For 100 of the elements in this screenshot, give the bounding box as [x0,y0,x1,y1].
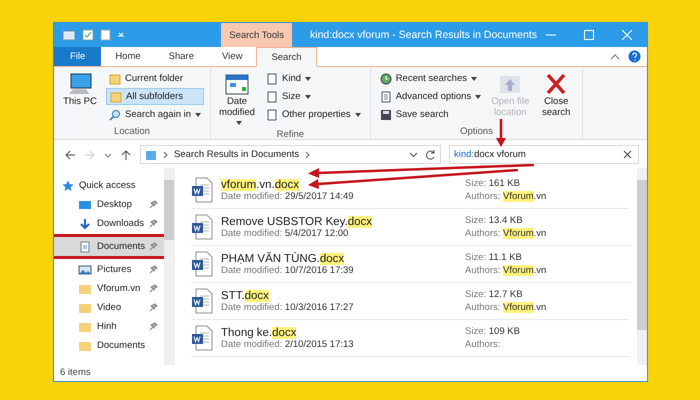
desktop-icon [78,198,92,210]
checkmark-icon[interactable] [82,29,94,41]
ribbon-tab[interactable]: Search [256,47,317,67]
file-name[interactable]: vforum.vn.docx [221,178,457,190]
sidebar-item[interactable]: Documents [54,237,164,256]
page-icon[interactable] [100,29,111,41]
address-path: Search Results in Documents [174,149,300,160]
pin-icon[interactable] [149,242,158,251]
size-label: Size: [465,326,486,337]
ribbon-tab[interactable]: Home [101,47,155,66]
ribbon-button[interactable]: Size [263,88,364,105]
maximize-icon[interactable] [583,29,595,41]
ribbon-button[interactable]: Date modified [217,70,258,129]
size-label: Size: [465,178,486,189]
chevron-right-icon [305,150,310,158]
sidebar-item[interactable]: Documents [54,336,164,355]
file-name[interactable]: Remove USBSTOR Key.docx [221,216,457,228]
clock-icon [380,72,392,84]
date-label: Date modified: [221,228,282,238]
sidebar-item[interactable]: Vforum.vn [54,279,164,298]
ribbon-tab[interactable]: Share [154,47,208,66]
ribbon-button[interactable]: Other properties [263,106,364,123]
dropdown-caret-icon[interactable] [195,112,202,116]
pin-icon[interactable] [149,322,158,331]
refresh-icon[interactable] [424,148,436,160]
picture-icon [78,264,92,276]
word-document-icon [191,214,213,240]
sidebar-item[interactable]: Pictures [54,260,164,279]
sidebar-item[interactable]: Desktop [54,195,164,214]
ribbon-button[interactable]: Current folder [106,70,204,87]
ribbon-button[interactable]: Advanced options [376,88,484,105]
ribbon-tab[interactable]: View [208,47,256,66]
size-value: 161 KB [488,178,520,189]
pin-icon[interactable] [149,219,158,228]
close-icon[interactable] [621,29,633,41]
ribbon-button[interactable]: Close search [536,70,576,126]
file-name[interactable]: STT.docx [221,290,457,302]
ribbon-button[interactable]: All subfolders [106,88,204,105]
ribbon-button[interactable]: Recent searches [376,70,484,87]
scrollbar[interactable] [637,168,647,365]
pin-icon[interactable] [149,200,158,209]
authors-value: Vforum.vn [503,302,546,313]
group-label: Location [113,126,151,139]
size-label: Size: [465,252,486,263]
help-icon[interactable] [628,50,641,63]
date-value: 2/10/2015 17:13 [284,338,354,350]
sidebar-item[interactable]: Hinh [54,317,164,336]
word-document-icon [191,325,213,351]
dropdown-caret-icon[interactable] [236,121,242,126]
size-label: Size: [465,215,486,226]
ribbon-button[interactable]: Kind [263,70,364,87]
chevron-down-icon[interactable] [104,150,112,158]
pin-icon[interactable] [149,303,158,312]
annotation-arrow [496,119,506,147]
status-item-count: 6 items [59,366,92,380]
chevron-right-icon [163,150,168,158]
word-document-icon [191,288,213,314]
size-value: 11.1 KB [488,252,522,263]
ribbon-button[interactable]: Search again in [106,106,204,123]
ribbon-button[interactable]: Save search [376,106,484,123]
date-value: 29/5/2017 14:49 [284,190,354,202]
group-label: Options [459,126,494,139]
document-icon [78,240,92,252]
ribbon-tab[interactable]: File [54,47,102,66]
date-value: 10/3/2016 17:27 [284,302,354,312]
authors-label: Authors: [465,302,500,313]
contextual-tab-label: Search Tools [221,23,292,47]
sidebar-item[interactable]: Video [54,298,164,317]
date-label: Date modified: [221,190,282,202]
word-document-icon [191,177,213,203]
authors-value: Vforum.vn [503,228,546,239]
date-label: Date modified: [221,302,282,312]
dropdown-caret-icon[interactable] [304,94,311,98]
dropdown-caret-icon[interactable] [305,76,312,80]
collapse-ribbon-icon[interactable] [610,52,620,60]
pin-icon[interactable] [149,265,158,274]
scrollbar[interactable] [164,168,174,365]
sidebar-item[interactable]: Downloads [54,214,164,233]
sidebar-item[interactable]: Quick access [54,176,164,195]
dropdown-caret-icon[interactable] [475,94,482,98]
size-value: 13.4 KB [488,215,523,226]
group-label: Refine [276,129,306,140]
authors-label: Authors: [465,228,500,239]
window-title: kind:docx vforum - Search Results in Documents [310,29,537,41]
date-value: 5/4/2017 12:00 [284,228,348,238]
authors-value: Vforum.vn [503,265,546,276]
clear-icon[interactable] [623,150,632,159]
address-bar[interactable]: Search Results in Documents [140,145,441,164]
document-icon [266,72,278,84]
search-field[interactable]: kind:docx vforum [449,145,639,164]
size-value: 12.7 KB [488,289,523,300]
ribbon-button[interactable]: This PC [60,70,100,126]
up-arrow-icon[interactable] [120,148,132,160]
pin-icon[interactable] [149,284,158,293]
file-name[interactable]: PHẠM VĂN TÙNG.docx [221,252,457,264]
date-value: 10/7/2016 17:39 [284,264,354,276]
chevron-down-icon[interactable] [409,150,418,159]
dropdown-caret-icon[interactable] [354,112,361,116]
dropdown-caret-icon[interactable] [470,76,477,80]
back-arrow-icon[interactable] [64,148,76,160]
